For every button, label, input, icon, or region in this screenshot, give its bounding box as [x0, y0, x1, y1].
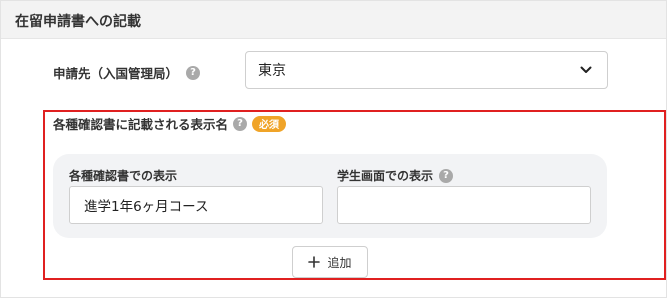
selected-value: 東京: [258, 63, 286, 79]
application-destination-label: 申請先（入国管理局）: [53, 66, 179, 81]
chevron-down-icon: [580, 66, 592, 73]
application-destination-label-row: 申請先（入国管理局） ?: [53, 63, 201, 82]
highlight-frame: [43, 110, 666, 280]
card-header: 在留申請書への記載: [1, 1, 666, 39]
section-title: 在留申請書への記載: [15, 14, 141, 30]
question-circle-icon[interactable]: ?: [186, 65, 201, 80]
application-destination-select[interactable]: 東京: [245, 51, 608, 89]
